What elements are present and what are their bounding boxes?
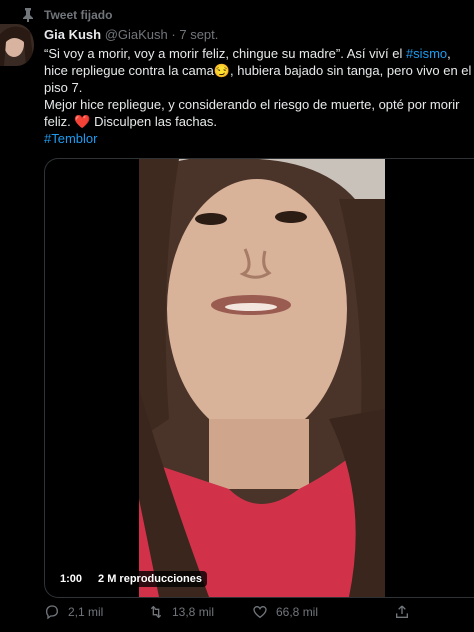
tweet-actions: 2,1 mil 13,8 mil 66,8 mil [44, 604, 464, 624]
tweet-date[interactable]: 7 sept. [179, 27, 218, 42]
video-thumbnail[interactable] [139, 159, 385, 597]
video-views: 2 M reproducciones [93, 571, 207, 587]
hashtag-sismo[interactable]: #sismo [406, 46, 447, 61]
tweet-paragraph-2: Mejor hice repliegue, y considerando el … [44, 96, 472, 130]
heart-emoji: ❤️ [74, 114, 91, 129]
hashtag-temblor[interactable]: #Temblor [44, 131, 97, 146]
heart-icon [253, 605, 267, 619]
reply-icon [45, 605, 59, 620]
avatar[interactable] [0, 24, 34, 66]
reply-button[interactable]: 2,1 mil [44, 604, 103, 620]
pinned-tweet-label: Tweet fijado [44, 8, 113, 22]
retweet-count: 13,8 mil [172, 605, 215, 619]
reply-count: 2,1 mil [68, 605, 104, 619]
tweet-paragraph-1: “Si voy a morir, voy a morir feliz, chin… [44, 45, 472, 96]
pin-icon [23, 8, 33, 22]
text-segment: “Si voy a morir, voy a morir feliz, chin… [44, 46, 406, 61]
like-button[interactable]: 66,8 mil [252, 604, 318, 620]
smirk-emoji: 😏 [213, 63, 231, 78]
tweet-header: Gia Kush @GiaKush · 7 sept. [44, 27, 218, 42]
share-button[interactable] [394, 604, 410, 620]
separator-dot: · [171, 27, 176, 42]
display-name[interactable]: Gia Kush [44, 27, 101, 42]
tweet-text: “Si voy a morir, voy a morir feliz, chin… [44, 45, 472, 147]
user-handle[interactable]: @GiaKush [105, 27, 168, 42]
retweet-button[interactable]: 13,8 mil [148, 604, 214, 620]
retweet-icon [150, 605, 162, 619]
video-meta: 1:00 2 M reproducciones [55, 571, 207, 587]
share-icon [396, 605, 408, 618]
like-count: 66,8 mil [276, 605, 319, 619]
video-duration: 1:00 [55, 571, 88, 587]
text-segment: Disculpen las fachas. [90, 114, 217, 129]
video-player[interactable]: 1:00 2 M reproducciones [44, 158, 474, 598]
